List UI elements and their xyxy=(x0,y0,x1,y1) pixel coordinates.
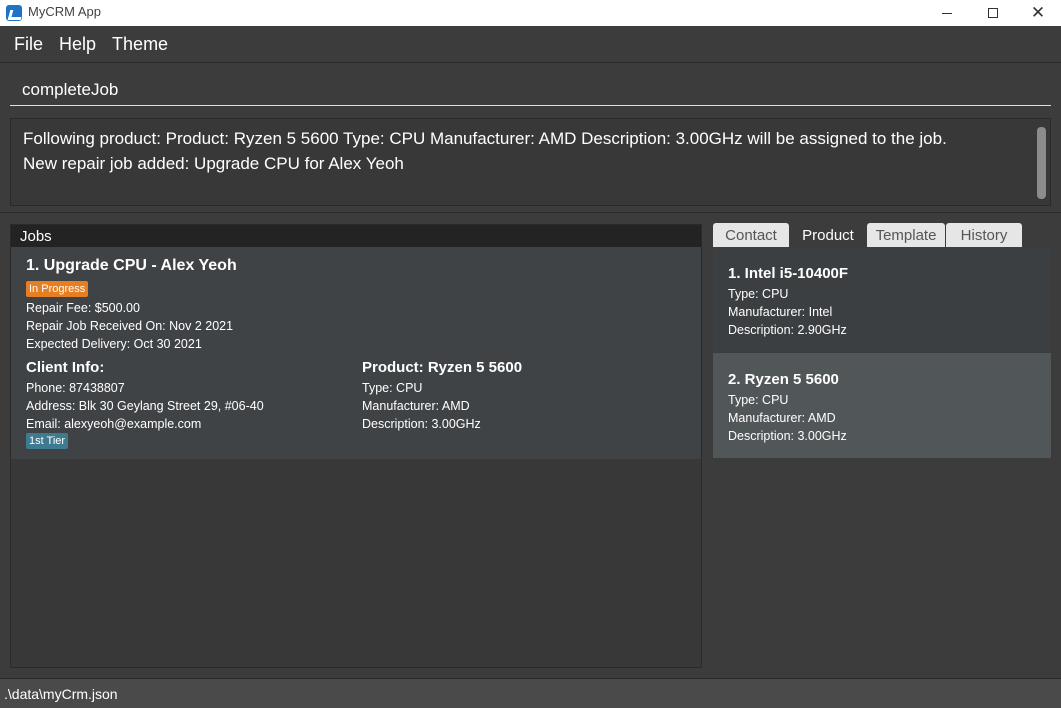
tier-badge: 1st Tier xyxy=(26,433,69,449)
job-title: 1. Upgrade CPU - Alex Yeoh xyxy=(26,257,237,274)
minimize-icon xyxy=(942,12,952,14)
divider xyxy=(0,212,1061,213)
maximize-button[interactable] xyxy=(970,0,1016,26)
result-display[interactable]: Following product: Product: Ryzen 5 5600… xyxy=(10,118,1051,206)
repair-fee: Repair Fee: $500.00 xyxy=(26,301,140,315)
tab-product[interactable]: Product xyxy=(790,223,866,247)
menu-file[interactable]: File xyxy=(6,34,51,55)
product-type: Type: CPU xyxy=(362,381,423,395)
data-file-path: .\data\myCrm.json xyxy=(4,686,118,702)
app-logo-icon xyxy=(6,5,22,21)
menu-theme[interactable]: Theme xyxy=(104,34,176,55)
product-card-selected[interactable]: 2. Ryzen 5 5600 Type: CPU Manufacturer: … xyxy=(713,353,1051,458)
result-message-line: Following product: Product: Ryzen 5 5600… xyxy=(23,129,947,148)
jobs-panel: Jobs 1. Upgrade CPU - Alex Yeoh In Progr… xyxy=(10,224,702,668)
client-info-heading: Client Info: xyxy=(26,359,105,376)
client-phone: Phone: 87438807 xyxy=(26,381,125,395)
menu-help[interactable]: Help xyxy=(51,34,104,55)
maximize-icon xyxy=(988,8,998,18)
result-scrollbar[interactable] xyxy=(1037,127,1046,199)
minimize-button[interactable] xyxy=(924,0,970,26)
tab-history[interactable]: History xyxy=(946,223,1022,247)
title-bar: MyCRM App ✕ xyxy=(0,0,1061,26)
product-description: Description: 2.90GHz xyxy=(728,323,847,337)
product-name: 1. Intel i5-10400F xyxy=(728,265,849,282)
command-area xyxy=(0,64,1061,114)
product-type: Type: CPU xyxy=(728,393,789,407)
status-bar: .\data\myCrm.json xyxy=(0,678,1061,708)
close-button[interactable]: ✕ xyxy=(1015,0,1061,26)
tab-contact[interactable]: Contact xyxy=(713,223,789,247)
product-card[interactable]: 1. Intel i5-10400F Type: CPU Manufacture… xyxy=(713,247,1051,352)
product-manufacturer: Manufacturer: AMD xyxy=(728,411,836,425)
expected-delivery: Expected Delivery: Oct 30 2021 xyxy=(26,337,202,351)
product-heading: Product: Ryzen 5 5600 xyxy=(362,359,523,376)
status-badge: In Progress xyxy=(26,281,89,297)
product-list: 1. Intel i5-10400F Type: CPU Manufacture… xyxy=(713,247,1051,458)
close-icon: ✕ xyxy=(1030,2,1046,23)
job-card[interactable]: 1. Upgrade CPU - Alex Yeoh In Progress R… xyxy=(11,247,701,459)
window-title: MyCRM App xyxy=(28,4,101,19)
tab-template[interactable]: Template xyxy=(867,223,945,247)
received-date: Repair Job Received On: Nov 2 2021 xyxy=(26,319,234,333)
result-message-line: New repair job added: Upgrade CPU for Al… xyxy=(23,154,404,173)
product-manufacturer: Manufacturer: AMD xyxy=(362,399,470,413)
product-description: Description: 3.00GHz xyxy=(728,429,847,443)
client-address: Address: Blk 30 Geylang Street 29, #06-4… xyxy=(26,399,264,413)
jobs-header: Jobs xyxy=(11,225,701,247)
command-input[interactable] xyxy=(10,74,1051,106)
menu-bar: File Help Theme xyxy=(0,27,1061,63)
product-name: 2. Ryzen 5 5600 xyxy=(728,371,839,388)
product-manufacturer: Manufacturer: Intel xyxy=(728,305,833,319)
product-description: Description: 3.00GHz xyxy=(362,417,481,431)
client-email: Email: alexyeoh@example.com xyxy=(26,417,202,431)
product-type: Type: CPU xyxy=(728,287,789,301)
